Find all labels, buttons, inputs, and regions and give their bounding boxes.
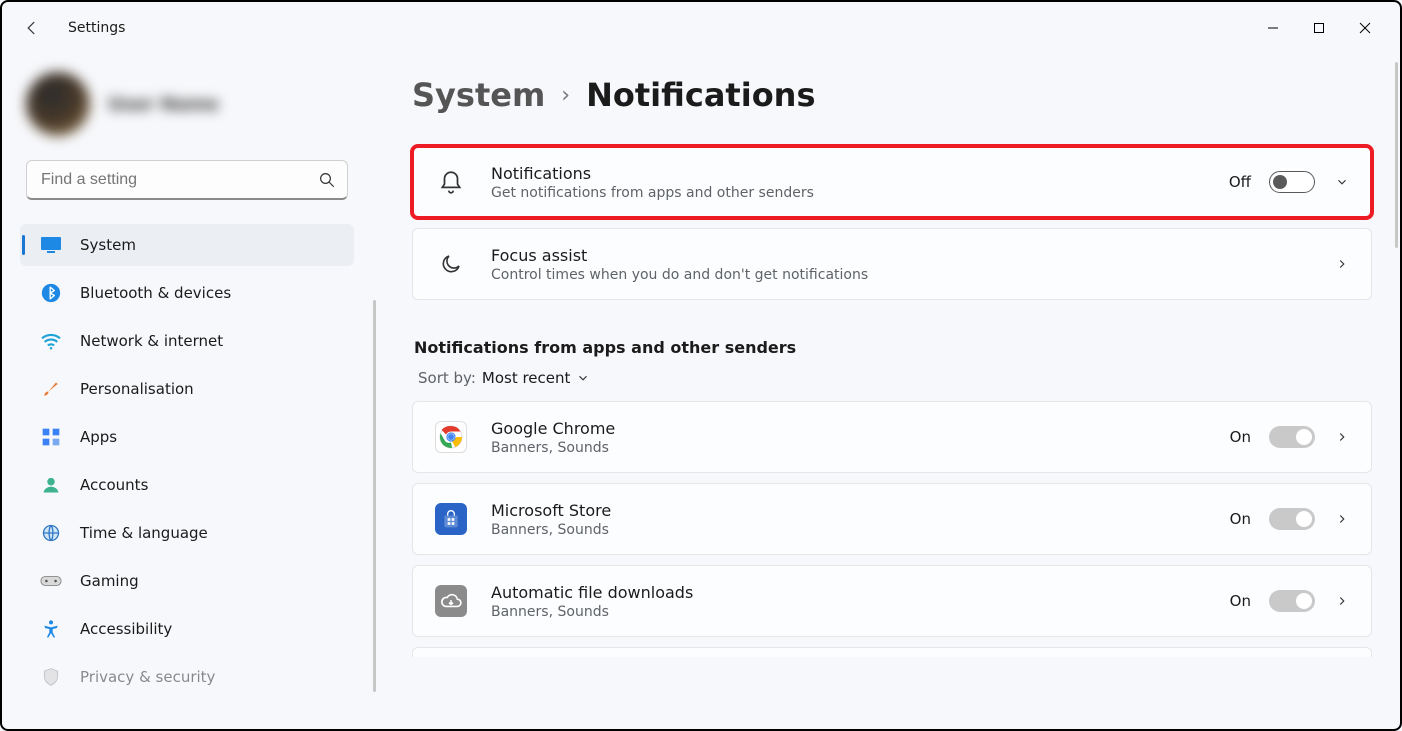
chevron-right-icon: › (561, 83, 570, 108)
display-icon (40, 234, 62, 256)
chevron-right-icon (1335, 594, 1349, 608)
navigate-button[interactable] (1333, 592, 1351, 610)
arrow-left-icon (23, 19, 41, 37)
globe-icon (40, 522, 62, 544)
chevron-right-icon (1335, 257, 1349, 271)
apps-icon (40, 426, 62, 448)
sort-label: Sort by: (418, 369, 476, 387)
profile-block[interactable]: User Name (20, 64, 354, 160)
search-input[interactable] (26, 160, 348, 200)
window-controls (1250, 10, 1388, 46)
cloud-download-icon (433, 585, 469, 617)
chevron-down-icon (1335, 175, 1349, 189)
chevron-down-icon (576, 371, 590, 385)
sidebar-item-label: Time & language (80, 524, 208, 542)
main-content: System › Notifications Notifications Get… (372, 54, 1400, 729)
sidebar-item-system[interactable]: System (20, 224, 354, 266)
sidebar-item-network[interactable]: Network & internet (20, 320, 354, 362)
sidebar: User Name System Bluetooth & devices Net… (2, 54, 372, 729)
maximize-button[interactable] (1296, 10, 1342, 46)
card-notifications[interactable]: Notifications Get notifications from app… (412, 146, 1372, 218)
breadcrumb-root[interactable]: System (412, 76, 545, 114)
navigate-button[interactable] (1333, 510, 1351, 528)
back-button[interactable] (14, 10, 50, 46)
sidebar-item-accessibility[interactable]: Accessibility (20, 608, 354, 650)
sidebar-item-label: Bluetooth & devices (80, 284, 231, 302)
app-row-store[interactable]: Microsoft Store Banners, Sounds On (412, 483, 1372, 555)
sidebar-item-time-language[interactable]: Time & language (20, 512, 354, 554)
search-icon (318, 171, 336, 189)
section-heading: Notifications from apps and other sender… (414, 338, 1372, 357)
card-title: Focus assist (491, 246, 1333, 265)
chrome-icon (433, 421, 469, 453)
sidebar-item-label: Network & internet (80, 332, 223, 350)
shield-icon (40, 666, 62, 688)
search-wrap (26, 160, 348, 200)
card-subtitle: Control times when you do and don't get … (491, 267, 1333, 283)
brush-icon (40, 378, 62, 400)
sidebar-item-accounts[interactable]: Accounts (20, 464, 354, 506)
app-detail: Banners, Sounds (491, 440, 1230, 456)
app-name: Google Chrome (491, 419, 1230, 438)
sidebar-item-label: Accounts (80, 476, 148, 494)
card-title: Notifications (491, 164, 1229, 183)
store-icon (433, 503, 469, 535)
toggle-state-label: Off (1229, 173, 1251, 191)
notifications-toggle[interactable] (1269, 171, 1315, 193)
sidebar-item-label: Personalisation (80, 380, 194, 398)
chevron-right-icon (1335, 430, 1349, 444)
close-button[interactable] (1342, 10, 1388, 46)
toggle-state-label: On (1230, 510, 1251, 528)
app-title: Settings (68, 20, 125, 36)
breadcrumb-leaf: Notifications (586, 76, 815, 114)
minimize-icon (1267, 22, 1279, 34)
toggle-state-label: On (1230, 592, 1251, 610)
sort-value: Most recent (482, 369, 571, 387)
toggle-state-label: On (1230, 428, 1251, 446)
sidebar-item-apps[interactable]: Apps (20, 416, 354, 458)
sidebar-item-bluetooth[interactable]: Bluetooth & devices (20, 272, 354, 314)
card-focus-assist[interactable]: Focus assist Control times when you do a… (412, 228, 1372, 300)
card-subtitle: Get notifications from apps and other se… (491, 185, 1229, 201)
main-scrollbar[interactable] (1395, 62, 1398, 248)
avatar (26, 72, 90, 136)
sidebar-item-label: Gaming (80, 572, 139, 590)
bell-icon (433, 169, 469, 195)
expand-button[interactable] (1333, 173, 1351, 191)
app-detail: Banners, Sounds (491, 522, 1230, 538)
profile-name: User Name (108, 94, 219, 115)
sidebar-item-privacy[interactable]: Privacy & security (20, 656, 354, 698)
app-toggle[interactable] (1269, 426, 1315, 448)
accessibility-icon (40, 618, 62, 640)
nav-list: System Bluetooth & devices Network & int… (20, 224, 354, 698)
navigate-button[interactable] (1333, 255, 1351, 273)
sidebar-item-gaming[interactable]: Gaming (20, 560, 354, 602)
minimize-button[interactable] (1250, 10, 1296, 46)
moon-icon (433, 252, 469, 276)
bluetooth-icon (40, 282, 62, 304)
chevron-right-icon (1335, 512, 1349, 526)
wifi-icon (40, 330, 62, 352)
sidebar-item-personalisation[interactable]: Personalisation (20, 368, 354, 410)
sidebar-item-label: Accessibility (80, 620, 172, 638)
breadcrumb: System › Notifications (412, 76, 1372, 114)
app-toggle[interactable] (1269, 590, 1315, 612)
app-name: Automatic file downloads (491, 583, 1230, 602)
app-toggle[interactable] (1269, 508, 1315, 530)
gamepad-icon (40, 570, 62, 592)
person-icon (40, 474, 62, 496)
close-icon (1359, 22, 1371, 34)
titlebar: Settings (2, 2, 1400, 54)
sort-dropdown[interactable]: Sort by: Most recent (418, 369, 1372, 387)
app-row-partial (412, 647, 1372, 657)
app-name: Microsoft Store (491, 501, 1230, 520)
app-row-downloads[interactable]: Automatic file downloads Banners, Sounds… (412, 565, 1372, 637)
sidebar-item-label: System (80, 236, 136, 254)
maximize-icon (1313, 22, 1325, 34)
navigate-button[interactable] (1333, 428, 1351, 446)
sidebar-item-label: Privacy & security (80, 668, 215, 686)
app-detail: Banners, Sounds (491, 604, 1230, 620)
sidebar-item-label: Apps (80, 428, 117, 446)
app-row-chrome[interactable]: Google Chrome Banners, Sounds On (412, 401, 1372, 473)
